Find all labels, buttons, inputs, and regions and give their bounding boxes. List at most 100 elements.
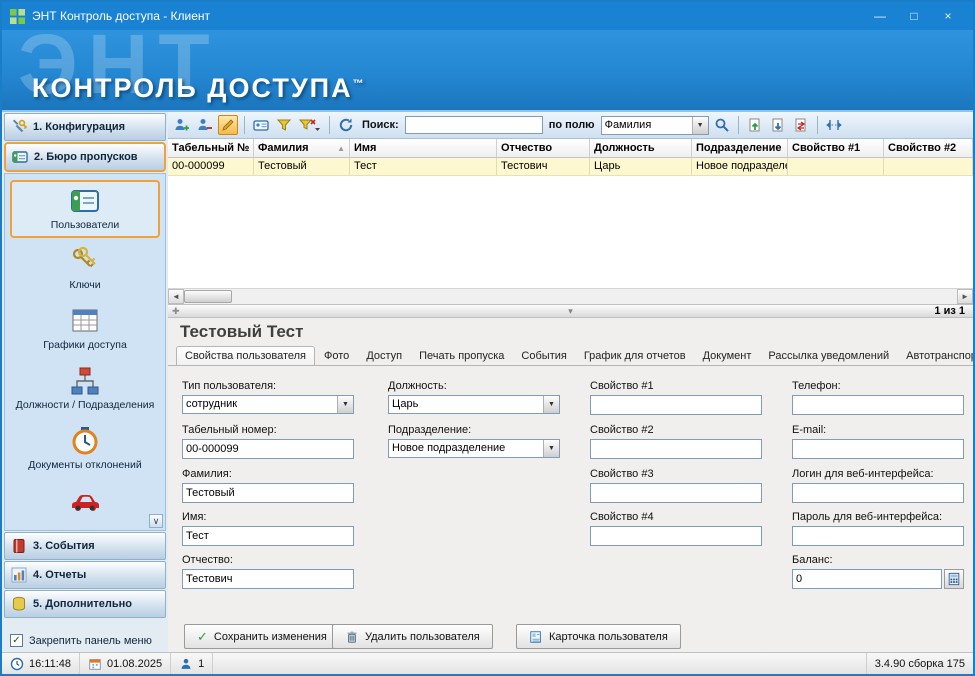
- horizontal-scrollbar[interactable]: ◄ ►: [168, 288, 973, 304]
- field-web-password: Пароль для веб-интерфейса:: [792, 511, 964, 546]
- sidebar-item-pass-bureau[interactable]: 2. Бюро пропусков: [4, 142, 166, 172]
- subitem-keys[interactable]: Ключи: [10, 240, 160, 298]
- balance-input[interactable]: [792, 569, 942, 589]
- fit-columns-button[interactable]: [824, 115, 844, 135]
- splitter-collapse-icon[interactable]: ▾: [568, 305, 573, 317]
- import-users-button[interactable]: [745, 115, 765, 135]
- delete-user-button[interactable]: Удалить пользователя: [332, 624, 493, 649]
- user-card-action-button[interactable]: Карточка пользователя: [516, 624, 681, 649]
- tab-pass-print[interactable]: Печать пропуска: [411, 347, 512, 365]
- subitem-vehicles[interactable]: [10, 480, 160, 526]
- car-icon: [69, 485, 101, 517]
- refresh-button[interactable]: [336, 115, 356, 135]
- banner-title-text: Контроль доступа: [32, 73, 353, 103]
- col-header-department[interactable]: Подразделение: [692, 139, 788, 157]
- filter-button[interactable]: [274, 115, 294, 135]
- users-badge-icon: [69, 185, 101, 217]
- banner-title: Контроль доступа™: [32, 73, 364, 104]
- prop2-input[interactable]: [590, 439, 762, 459]
- tab-photo[interactable]: Фото: [316, 347, 357, 365]
- scrollbar-track[interactable]: [232, 289, 957, 304]
- pencil-icon: [220, 117, 236, 133]
- splitter-pin-icon[interactable]: ✚: [172, 306, 180, 317]
- save-button[interactable]: ✓ Сохранить изменения: [184, 624, 340, 649]
- journal-icon: [11, 538, 27, 554]
- prop3-input[interactable]: [590, 483, 762, 503]
- field-prop1: Свойство #1: [590, 380, 762, 415]
- chevron-down-icon[interactable]: ▼: [692, 117, 708, 134]
- subitem-deviation-documents[interactable]: Документы отклонений: [10, 420, 160, 478]
- add-user-button[interactable]: [172, 115, 192, 135]
- tab-report-schedule[interactable]: График для отчетов: [576, 347, 694, 365]
- tab-user-properties[interactable]: Свойства пользователя: [176, 346, 315, 365]
- minimize-button[interactable]: —: [863, 2, 897, 30]
- col-header-label: Должность: [594, 142, 655, 154]
- sidebar-item-reports[interactable]: 4. Отчеты: [4, 561, 166, 589]
- splitter-bar[interactable]: ✚ ▾ 1 из 1: [168, 304, 973, 318]
- chevron-down-icon[interactable]: ▼: [543, 396, 559, 413]
- user-type-dropdown[interactable]: сотрудник ▼: [182, 395, 354, 414]
- person-icon: [179, 657, 193, 671]
- col-header-tab-number[interactable]: Табельный №: [168, 139, 254, 157]
- pin-menu-checkbox[interactable]: ✓: [10, 634, 23, 647]
- col-header-first-name[interactable]: Имя: [350, 139, 497, 157]
- email-input[interactable]: [792, 439, 964, 459]
- main-area: Поиск: по полю Фамилия ▼: [168, 112, 973, 652]
- prop4-input[interactable]: [590, 526, 762, 546]
- subitem-positions-departments[interactable]: Должности / Подразделения: [10, 360, 160, 418]
- filter-clear-button[interactable]: [297, 115, 323, 135]
- edit-user-button[interactable]: [218, 115, 238, 135]
- field-label: Должность:: [388, 380, 560, 392]
- col-header-prop1[interactable]: Свойство #1: [788, 139, 884, 157]
- maximize-button[interactable]: □: [897, 2, 931, 30]
- scroll-left-icon[interactable]: ◄: [168, 289, 184, 304]
- tab-number-input[interactable]: [182, 439, 354, 459]
- sidebar-item-additional[interactable]: 5. Дополнительно: [4, 590, 166, 618]
- tab-notifications[interactable]: Рассылка уведомлений: [760, 347, 897, 365]
- cell-department: Новое подразделение: [692, 158, 788, 175]
- sidebar-item-events[interactable]: 3. События: [4, 532, 166, 560]
- sidebar-item-configuration[interactable]: 1. Конфигурация: [4, 113, 166, 141]
- app-window: ЭНТ Контроль доступа - Клиент — □ × ЭНТ …: [0, 0, 975, 676]
- sync-users-button[interactable]: [791, 115, 811, 135]
- scrollbar-thumb[interactable]: [184, 290, 232, 303]
- delete-button-label: Удалить пользователя: [365, 631, 480, 643]
- subitem-label: Документы отклонений: [28, 459, 141, 471]
- tab-access[interactable]: Доступ: [358, 347, 410, 365]
- subitem-access-schedules[interactable]: Графики доступа: [10, 300, 160, 358]
- web-login-input[interactable]: [792, 483, 964, 503]
- subitem-device-partial[interactable]: [10, 528, 160, 531]
- calculator-button[interactable]: [944, 569, 964, 589]
- col-header-prop2[interactable]: Свойство #2: [884, 139, 973, 157]
- tab-vehicles[interactable]: Автотранспорт: [898, 347, 975, 365]
- last-name-input[interactable]: [182, 483, 354, 503]
- field-last-name: Фамилия:: [182, 468, 354, 503]
- middle-name-input[interactable]: [182, 569, 354, 589]
- search-field-dropdown[interactable]: Фамилия ▼: [601, 116, 709, 135]
- tab-document[interactable]: Документ: [695, 347, 760, 365]
- remove-user-button[interactable]: [195, 115, 215, 135]
- chevron-down-icon[interactable]: ▼: [337, 396, 353, 413]
- phone-input[interactable]: [792, 395, 964, 415]
- first-name-input[interactable]: [182, 526, 354, 546]
- export-users-button[interactable]: [768, 115, 788, 135]
- prop1-input[interactable]: [590, 395, 762, 415]
- subitem-users[interactable]: Пользователи: [10, 180, 160, 238]
- user-card-button[interactable]: [251, 115, 271, 135]
- close-button[interactable]: ×: [931, 2, 965, 30]
- search-input[interactable]: [405, 116, 543, 134]
- position-dropdown[interactable]: Царь ▼: [388, 395, 560, 414]
- tab-events[interactable]: События: [513, 347, 574, 365]
- table-row[interactable]: 00-000099 Тестовый Тест Тестович Царь Но…: [168, 158, 973, 176]
- scroll-right-icon[interactable]: ►: [957, 289, 973, 304]
- col-header-last-name[interactable]: Фамилия▲: [254, 139, 350, 157]
- field-label: Свойство #1: [590, 380, 762, 392]
- col-header-position[interactable]: Должность: [590, 139, 692, 157]
- chevron-down-icon[interactable]: ▼: [543, 440, 559, 457]
- web-password-input[interactable]: [792, 526, 964, 546]
- department-dropdown[interactable]: Новое подразделение ▼: [388, 439, 560, 458]
- subpanel-scroll-down-button[interactable]: ∨: [149, 514, 163, 528]
- col-header-middle-name[interactable]: Отчество: [497, 139, 590, 157]
- field-prop4: Свойство #4: [590, 511, 762, 546]
- find-button[interactable]: [712, 115, 732, 135]
